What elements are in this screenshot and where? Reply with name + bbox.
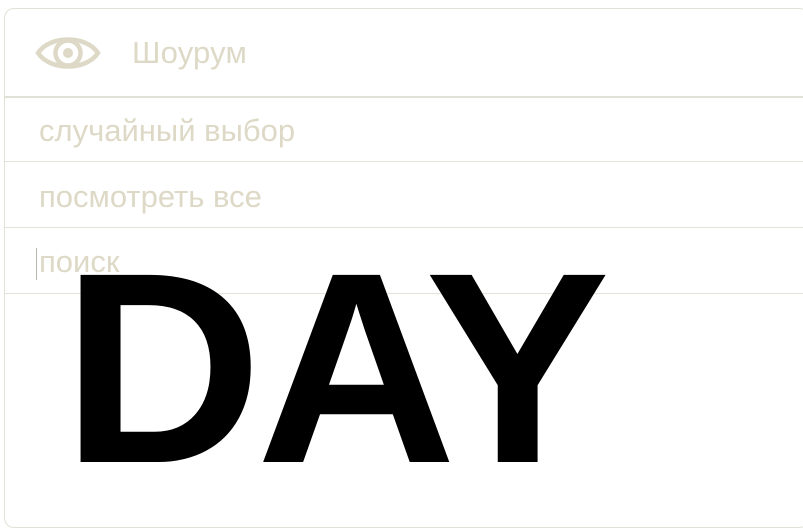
random-choice-label: случайный выбор — [39, 113, 296, 148]
page-title: Шоурум — [132, 35, 248, 70]
text-caret — [36, 248, 37, 280]
view-all-label: посмотреть все — [39, 179, 262, 214]
panel-header: Шоурум — [5, 9, 803, 98]
eye-icon — [34, 31, 102, 75]
day-overlay-text: DAY — [62, 216, 610, 520]
random-choice-item[interactable]: случайный выбор — [5, 98, 803, 162]
